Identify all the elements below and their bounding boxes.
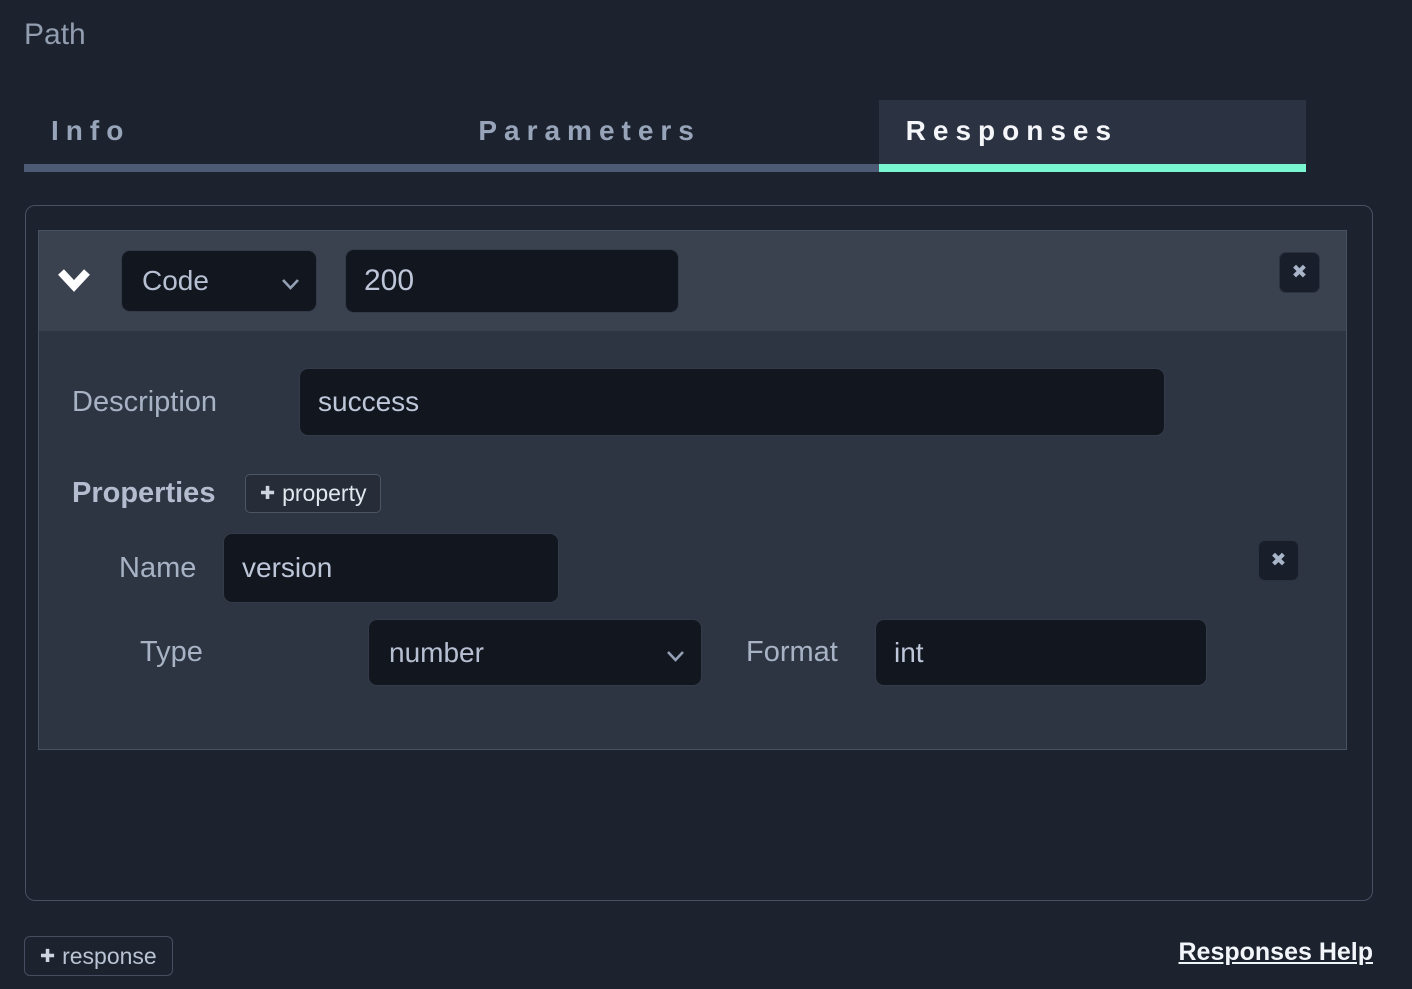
add-response-label: response — [62, 943, 157, 970]
response-card: Code ✖ Description Properties ✚ property — [38, 230, 1347, 750]
tab-parameters[interactable]: Parameters — [451, 100, 878, 172]
add-property-button[interactable]: ✚ property — [245, 474, 381, 513]
description-input[interactable] — [299, 368, 1165, 436]
add-property-label: property — [282, 480, 366, 507]
plus-icon: ✚ — [40, 946, 55, 967]
collapse-response-button[interactable] — [57, 267, 91, 295]
property-type-value: number — [389, 637, 484, 669]
property-type-select[interactable]: number — [368, 619, 702, 686]
path-editor-page: Path Info Parameters Responses Code — [0, 0, 1412, 989]
property-format-label: Format — [746, 619, 838, 686]
tab-responses[interactable]: Responses — [879, 100, 1306, 172]
tab-info-label: Info — [51, 115, 130, 146]
tab-info[interactable]: Info — [24, 100, 451, 172]
property-format-input[interactable] — [875, 619, 1207, 686]
page-title: Path — [24, 18, 86, 52]
description-label: Description — [72, 368, 217, 436]
tab-responses-label: Responses — [906, 115, 1118, 146]
chevron-down-icon — [281, 265, 300, 297]
chevron-down-icon — [666, 637, 685, 669]
remove-property-button[interactable]: ✖ — [1258, 540, 1299, 581]
remove-response-button[interactable]: ✖ — [1279, 252, 1320, 293]
response-card-header: Code ✖ — [39, 231, 1346, 331]
code-select-value: Code — [142, 265, 209, 297]
response-card-body: Description Properties ✚ property Name ✖… — [39, 331, 1346, 749]
response-code-input[interactable] — [345, 249, 679, 313]
chevron-down-icon — [58, 280, 90, 295]
responses-help-link[interactable]: Responses Help — [1178, 938, 1373, 967]
tab-parameters-label: Parameters — [478, 115, 701, 146]
tab-bar: Info Parameters Responses — [24, 100, 1306, 172]
properties-heading: Properties — [72, 471, 215, 515]
code-select[interactable]: Code — [121, 250, 317, 312]
close-icon: ✖ — [1292, 261, 1308, 284]
property-type-label: Type — [140, 619, 203, 686]
plus-icon: ✚ — [260, 483, 275, 504]
close-icon: ✖ — [1271, 549, 1287, 572]
property-name-label: Name — [119, 533, 196, 603]
add-response-button[interactable]: ✚ response — [24, 936, 173, 976]
property-name-input[interactable] — [223, 533, 559, 603]
